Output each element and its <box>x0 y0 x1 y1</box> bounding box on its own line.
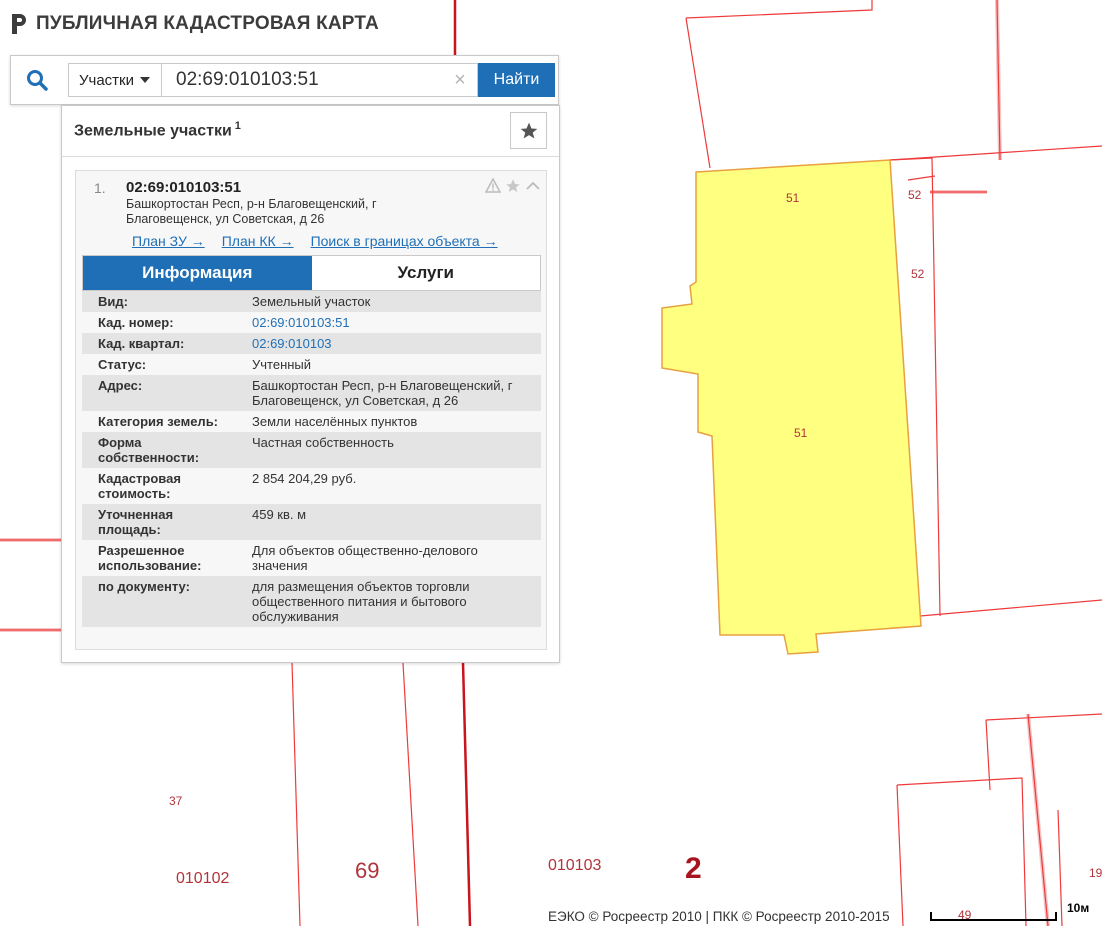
search-toggle-button[interactable] <box>11 56 63 104</box>
info-key: Форма собственности: <box>82 432 236 468</box>
info-value: Земельный участок <box>236 291 541 312</box>
find-button[interactable]: Найти <box>478 63 555 97</box>
results-header: Земельные участки 1 <box>62 106 559 157</box>
results-title-text: Земельные участки <box>74 122 232 140</box>
results-panel: Земельные участки 1 1. 02:69:010103:51 Ба… <box>61 105 560 663</box>
copyright-text: ЕЭКО © Росреестр 2010 | ПКК © Росреестр … <box>548 909 890 924</box>
table-row: Разрешенное использование: Для объектов о… <box>82 540 541 576</box>
result-address: Башкортостан Респ, р-н Благовещенский, г… <box>126 197 377 226</box>
info-value: Учтенный <box>236 354 541 375</box>
map-label-block-010102: 010102 <box>176 870 230 887</box>
result-card-actions <box>484 177 542 195</box>
info-key: Разрешенное использование: <box>82 540 236 576</box>
info-value: для размещения объектов торговли обществ… <box>236 576 541 627</box>
table-row: Статус: Учтенный <box>82 354 541 375</box>
map-label-parcel-top: 51 <box>786 191 800 205</box>
cad-number-link[interactable]: 02:69:010103:51 <box>236 312 541 333</box>
info-key: по документу: <box>82 576 236 627</box>
app-title: ПУБЛИЧНАЯ КАДАСТРОВАЯ КАРТА <box>36 13 379 34</box>
info-key: Вид: <box>82 291 236 312</box>
scale-bar <box>930 912 1057 921</box>
selected-parcel[interactable] <box>661 159 922 655</box>
info-value: Для объектов общественно-делового значен… <box>236 540 541 576</box>
table-row: Категория земель: Земли населённых пункто… <box>82 411 541 432</box>
map-label-block-010103: 010103 <box>548 857 602 874</box>
info-key: Адрес: <box>82 375 236 411</box>
clear-search-icon[interactable]: × <box>449 68 471 92</box>
table-row: Форма собственности: Частная собственност… <box>82 432 541 468</box>
search-type-label: Участки <box>79 71 134 89</box>
chevron-up-icon[interactable] <box>524 177 542 195</box>
star-icon[interactable] <box>504 177 522 195</box>
table-row: Кад. квартал: 02:69:010103 <box>82 333 541 354</box>
search-icon <box>27 70 48 91</box>
search-panel: Участки × Найти <box>10 55 559 105</box>
star-icon <box>520 122 537 138</box>
result-card[interactable]: 1. 02:69:010103:51 Башкортостан Респ, р-… <box>75 170 547 650</box>
result-links: План ЗУ → План КК → Поиск в границах объ… <box>132 233 498 249</box>
map-label-neighbor-top: 52 <box>908 188 922 202</box>
result-cad-number: 02:69:010103:51 <box>126 179 242 196</box>
table-row: Вид: Земельный участок <box>82 291 541 312</box>
warning-icon[interactable] <box>484 177 502 195</box>
result-number: 1. <box>94 180 106 196</box>
favorites-button[interactable] <box>510 112 547 149</box>
search-input[interactable] <box>162 63 478 97</box>
info-value: Частная собственность <box>236 432 541 468</box>
info-key: Кад. квартал: <box>82 333 236 354</box>
table-row: Уточненная площадь: 459 кв. м <box>82 504 541 540</box>
info-value: 459 кв. м <box>236 504 541 540</box>
result-tabs: Информация Услуги <box>82 255 541 291</box>
info-key: Уточненная площадь: <box>82 504 236 540</box>
chevron-down-icon <box>140 77 150 83</box>
rosreestr-logo-icon <box>12 14 26 34</box>
tab-services[interactable]: Услуги <box>311 256 540 290</box>
info-key: Статус: <box>82 354 236 375</box>
app-header: ПУБЛИЧНАЯ КАДАСТРОВАЯ КАРТА <box>10 10 379 38</box>
scale-label: 10м <box>1067 901 1090 915</box>
table-row: Кад. номер: 02:69:010103:51 <box>82 312 541 333</box>
table-row: Кадастровая стоимость: 2 854 204,29 руб. <box>82 468 541 504</box>
map-label-37: 37 <box>169 794 183 808</box>
search-type-select[interactable]: Участки <box>68 63 162 97</box>
map-label-19: 19 <box>1089 866 1102 880</box>
info-value: 2 854 204,29 руб. <box>236 468 541 504</box>
info-key: Кадастровая стоимость: <box>82 468 236 504</box>
cad-quarter-link[interactable]: 02:69:010103 <box>236 333 541 354</box>
map-label-parcel-main: 51 <box>794 426 808 440</box>
info-value: Башкортостан Респ, р-н Благовещенский, г… <box>236 375 541 411</box>
info-key: Категория земель: <box>82 411 236 432</box>
results-count: 1 <box>234 120 241 132</box>
tab-information[interactable]: Информация <box>83 256 312 290</box>
info-table: Вид: Земельный участок Кад. номер: 02:69:0… <box>82 291 541 627</box>
table-row: Адрес: Башкортостан Респ, р-н Благовещенс… <box>82 375 541 411</box>
map-label-region-2: 2 <box>685 852 702 885</box>
table-row: по документу: для размещения объектов тор… <box>82 576 541 627</box>
plan-zu-link[interactable]: План ЗУ → <box>132 233 205 249</box>
search-in-bounds-link[interactable]: Поиск в границах объекта → <box>311 233 498 249</box>
map-label-district-69: 69 <box>355 858 380 883</box>
map-label-neighbor-mid: 52 <box>911 267 925 281</box>
plan-kk-link[interactable]: План КК → <box>222 233 294 249</box>
info-key: Кад. номер: <box>82 312 236 333</box>
results-title: Земельные участки 1 <box>74 120 241 140</box>
info-value: Земли населённых пунктов <box>236 411 541 432</box>
